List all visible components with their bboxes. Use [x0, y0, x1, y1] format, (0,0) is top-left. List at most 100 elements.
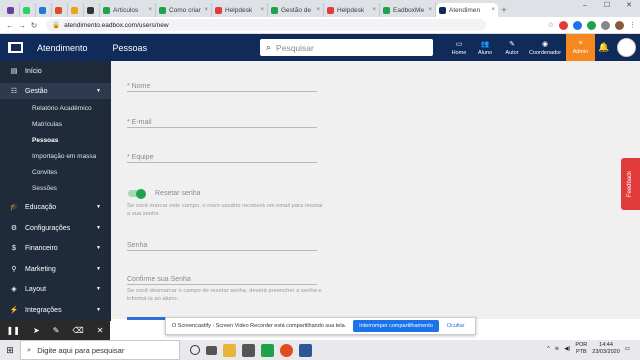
section-title: Pessoas [112, 42, 148, 53]
maximize-button[interactable]: ☐ [596, 0, 618, 12]
store-icon[interactable] [242, 343, 255, 357]
favicon-icon [159, 6, 166, 14]
close-tab-icon[interactable]: × [260, 7, 264, 13]
browser-tab[interactable] [68, 3, 84, 17]
browser-tab[interactable]: Helpdesk × [212, 3, 268, 17]
logo-icon[interactable] [8, 42, 23, 53]
chevron-up-icon[interactable]: ^ [547, 346, 550, 352]
file-explorer-icon[interactable] [223, 343, 236, 357]
word-icon[interactable] [299, 343, 312, 357]
search-input[interactable]: ⌕ Pesquisar [260, 39, 433, 56]
browser-tab[interactable] [4, 3, 20, 17]
avatar[interactable] [617, 38, 636, 57]
sidebar-item-configurações[interactable]: ⚙ Configurações ▼ [0, 220, 111, 236]
nav-label: Aluno [477, 49, 493, 56]
close-tab-icon[interactable]: × [204, 7, 208, 13]
pause-icon[interactable]: ❚❚ [7, 326, 20, 335]
windows-start-icon[interactable]: ⊞ [0, 345, 20, 356]
confirm-password-field[interactable] [127, 284, 317, 285]
language-indicator[interactable]: POR PTB [575, 342, 587, 356]
task-view-icon[interactable] [206, 345, 217, 355]
browser-tab[interactable]: EadboxMe × [380, 3, 436, 17]
close-tab-icon[interactable]: × [372, 7, 376, 13]
volume-icon[interactable]: ◀) [564, 346, 570, 352]
minimize-button[interactable]: – [574, 0, 596, 12]
sidebar-item-layout[interactable]: ◈ Layout ▼ [0, 281, 111, 297]
confirm-password-help: Se você desmarcar o campo de resetar sen… [127, 288, 322, 302]
email-field[interactable] [127, 127, 317, 128]
extension-icon[interactable] [573, 20, 582, 30]
pen-icon[interactable]: ✎ [53, 326, 60, 335]
password-field[interactable] [127, 250, 317, 251]
sidebar-subitem[interactable]: Convites [32, 169, 57, 176]
eraser-icon[interactable]: ⌫ [72, 326, 83, 335]
menu-icon[interactable]: ⋮ [629, 21, 636, 29]
profile-icon[interactable] [615, 20, 624, 30]
bolt-icon: ⚡ [9, 307, 19, 314]
browser-tab[interactable]: Gestão de × [268, 3, 324, 17]
nav-coordenador[interactable]: ◉ Coordenador [525, 34, 565, 61]
nav-aluno[interactable]: 👥 Aluno [470, 34, 500, 61]
extension-icon[interactable] [601, 20, 610, 30]
chevron-down-icon: ▼ [96, 307, 101, 313]
sidebar-subitem[interactable]: Pessoas [32, 137, 58, 144]
pin-icon: ⚲ [11, 266, 17, 273]
browser-tab[interactable] [52, 3, 68, 17]
star-icon[interactable]: ☆ [548, 21, 554, 29]
reset-password-toggle[interactable] [128, 188, 146, 199]
wifi-icon[interactable]: ≋ [555, 346, 560, 352]
cursor-icon[interactable]: ➤ [33, 326, 40, 335]
extension-icon[interactable] [559, 20, 568, 30]
notifications-icon[interactable]: ▭ [625, 346, 630, 352]
name-field[interactable] [127, 91, 317, 92]
app-name[interactable]: Atendimento [37, 43, 88, 53]
url-bar[interactable]: 🔒 atendimento.eadbox.com/users/new [46, 19, 486, 31]
sidebar-subitem[interactable]: Relatório Acadêmico [32, 105, 92, 112]
sidebar-item-integrações[interactable]: ⚡ Integrações ▼ [0, 302, 111, 318]
close-window-button[interactable]: ✕ [618, 0, 640, 12]
nav-autor[interactable]: ✎ Autor [497, 34, 527, 61]
tab-label: Helpdesk [337, 6, 365, 14]
browser-tab[interactable]: Artículos × [100, 3, 156, 17]
browser-tab[interactable]: Como criar × [156, 3, 212, 17]
favicon-icon [39, 6, 46, 14]
nav-admin[interactable]: ≡ Admin [566, 34, 595, 61]
sidebar-item-financeiro[interactable]: $ Financeiro ▼ [0, 240, 111, 256]
bell-icon[interactable]: 🔔 [598, 42, 609, 53]
chrome-icon[interactable] [280, 343, 293, 357]
extension-icon[interactable] [587, 20, 596, 30]
reload-icon[interactable]: ↻ [28, 21, 40, 30]
close-tab-icon[interactable]: × [148, 7, 152, 13]
back-icon[interactable]: ← [4, 21, 16, 30]
submit-button[interactable] [127, 317, 167, 320]
sidebar-item-educação[interactable]: 🎓 Educação ▼ [0, 199, 111, 215]
clock[interactable]: 14:44 23/03/2020 [592, 342, 620, 356]
close-tab-icon[interactable]: × [428, 7, 432, 13]
browser-tab[interactable]: Atendimen × [436, 3, 498, 17]
sidebar-subitem[interactable]: Importação em massa [32, 153, 96, 160]
forward-icon[interactable]: → [16, 21, 28, 30]
team-field[interactable] [127, 162, 317, 163]
browser-tab[interactable] [36, 3, 52, 17]
close-icon[interactable]: ✕ [97, 326, 104, 335]
close-tab-icon[interactable]: × [491, 7, 495, 13]
browser-tab[interactable] [84, 3, 100, 17]
sidebar-item-início[interactable]: ▤ Início [0, 63, 111, 79]
favicon-icon [87, 6, 94, 14]
browser-tab[interactable] [20, 3, 36, 17]
taskbar-search-input[interactable]: ⌕ Digite aqui para pesquisar [20, 340, 180, 360]
password-label: Senha [127, 242, 148, 249]
browser-tab[interactable]: Helpdesk × [324, 3, 380, 17]
sidebar-subitem[interactable]: Matrículas [32, 121, 62, 128]
cortana-icon[interactable] [190, 345, 200, 355]
app-icon[interactable] [261, 343, 274, 357]
stop-sharing-button[interactable]: Interromper compartilhamento [353, 320, 439, 332]
hide-button[interactable]: Ocultar [447, 323, 465, 329]
sidebar-item-gestão[interactable]: ☷ Gestão ▼ [0, 83, 111, 99]
feedback-button[interactable]: Feedback [621, 158, 640, 210]
sidebar-subitem[interactable]: Sessões [32, 185, 57, 192]
sidebar-item-label: Educação [25, 203, 57, 211]
sidebar-item-marketing[interactable]: ⚲ Marketing ▼ [0, 261, 111, 277]
close-tab-icon[interactable]: × [316, 7, 320, 13]
new-tab-button[interactable]: + [498, 3, 510, 17]
